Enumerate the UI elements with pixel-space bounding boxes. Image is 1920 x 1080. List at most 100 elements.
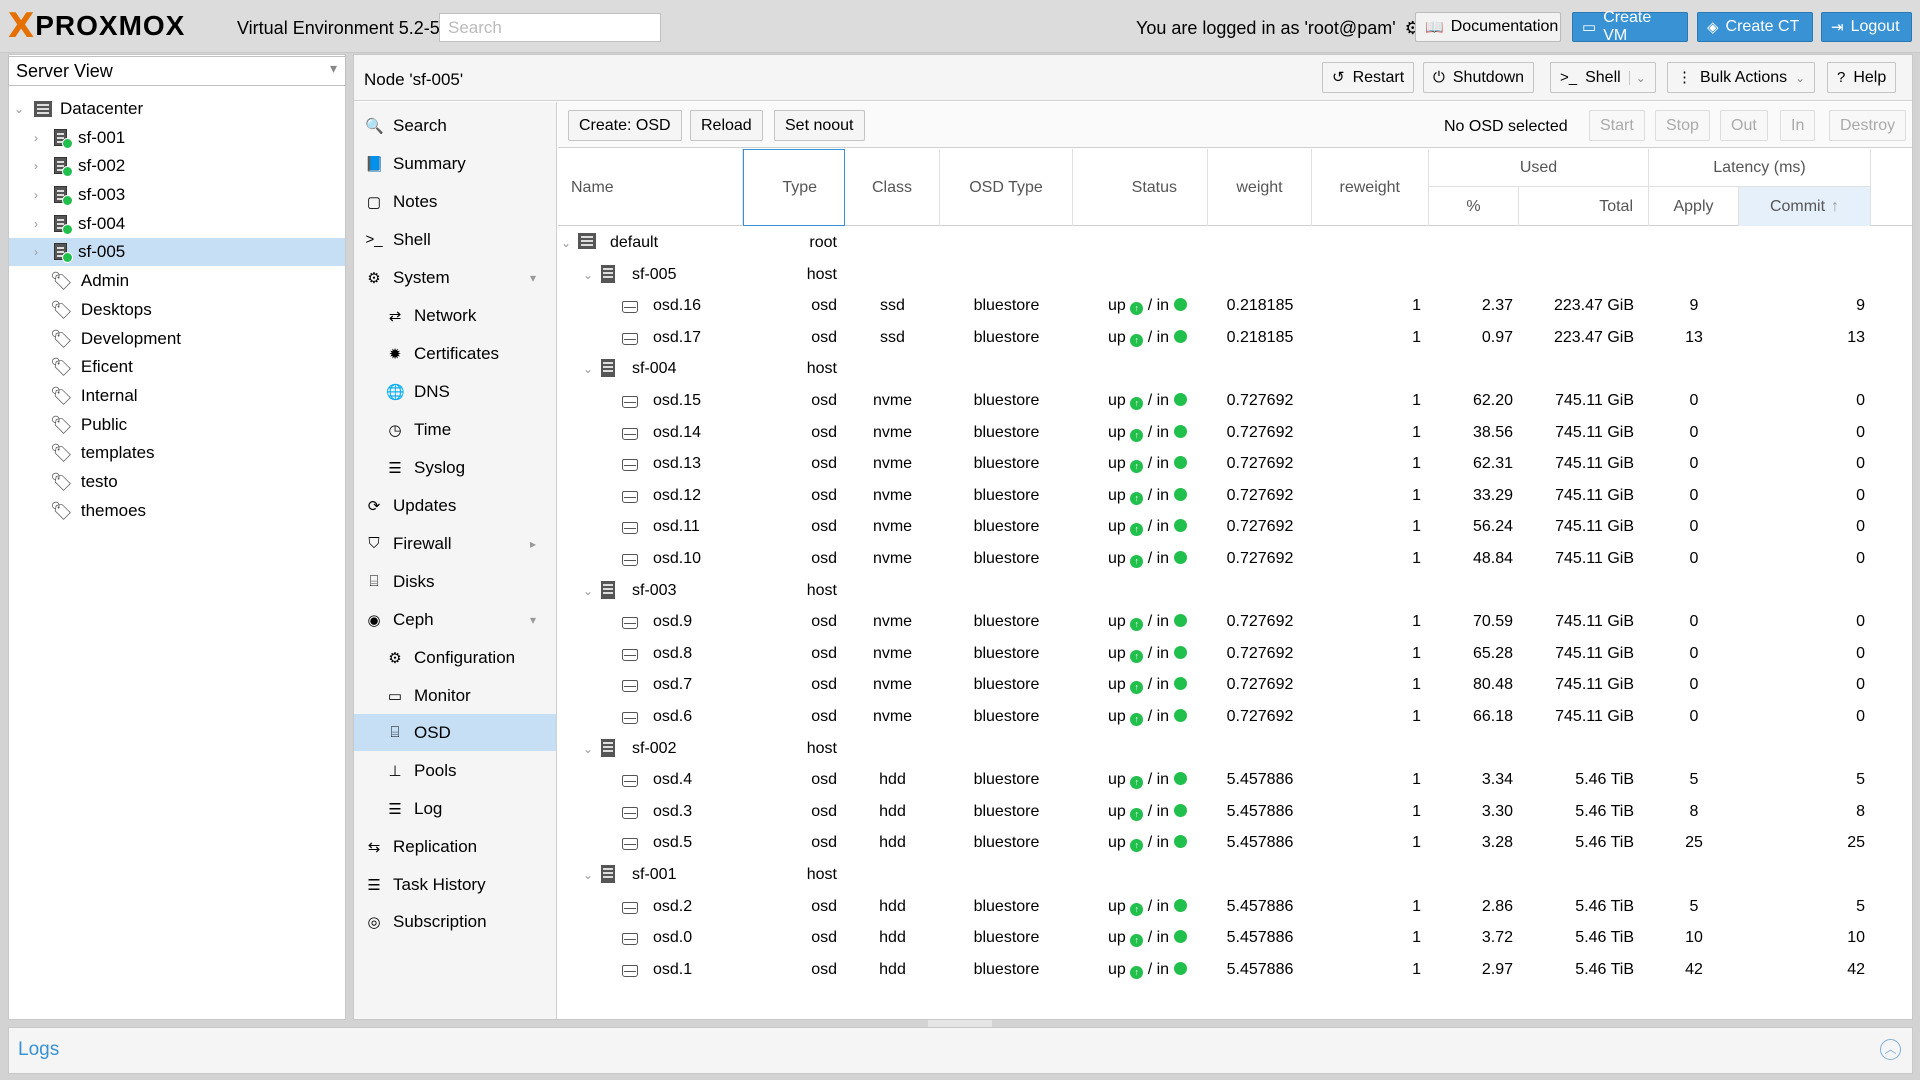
menu-disks[interactable]: ⌸ Disks bbox=[354, 563, 556, 600]
logout-button[interactable]: ⇥ Logout bbox=[1821, 12, 1912, 42]
menu-firewall[interactable]: ⛉ Firewall ▸ bbox=[354, 525, 556, 562]
column-header-name[interactable]: Name bbox=[558, 149, 743, 226]
menu-search[interactable]: 🔍 Search bbox=[354, 107, 556, 144]
column-header-used-percent[interactable]: % bbox=[1429, 187, 1519, 226]
chevron-down-icon[interactable]: ⌄ bbox=[1628, 70, 1646, 85]
menu-pools[interactable]: ⊥ Pools bbox=[354, 752, 556, 789]
create-ct-button[interactable]: ◈ Create CT bbox=[1697, 12, 1813, 42]
tree-node-sf-005[interactable]: › sf-005 bbox=[9, 238, 345, 266]
osd-row[interactable]: osd.10 osd nvme bluestore up ↑ / in 0.727692… bbox=[558, 544, 1912, 575]
menu-ceph[interactable]: ◉ Ceph ▾ bbox=[354, 601, 556, 638]
menu-subscription[interactable]: ◎ Subscription bbox=[354, 903, 556, 940]
osd-row[interactable]: osd.0 osd hdd bluestore up ↑ / in 5.457886 1 3… bbox=[558, 923, 1912, 954]
create-vm-button[interactable]: ▭ Create VM bbox=[1572, 9, 1688, 44]
column-header-apply[interactable]: Apply bbox=[1649, 187, 1739, 226]
chevron-down-icon[interactable]: ▾ bbox=[530, 613, 536, 627]
osd-row[interactable]: osd.1 osd hdd bluestore up ↑ / in 5.457886 1 2… bbox=[558, 955, 1912, 986]
menu-summary[interactable]: 📘 Summary bbox=[354, 145, 556, 182]
collapse-icon[interactable]: ⌄ bbox=[583, 268, 593, 282]
proxmox-logo[interactable]: X PROXMOX bbox=[8, 9, 185, 43]
chevron-right-icon[interactable]: ▸ bbox=[530, 537, 536, 551]
menu-certificates[interactable]: ✹ Certificates bbox=[354, 335, 556, 372]
column-header-status[interactable]: Status bbox=[1073, 149, 1208, 226]
tree-pool-admin[interactable]: 🏷 Admin bbox=[50, 267, 344, 295]
server-view-select[interactable]: Server View ▾ bbox=[8, 56, 346, 86]
restart-button[interactable]: ↺ Restart bbox=[1322, 62, 1415, 93]
help-button[interactable]: ? Help bbox=[1827, 62, 1897, 93]
in-button[interactable]: In bbox=[1780, 110, 1816, 141]
expand-icon[interactable]: › bbox=[34, 245, 46, 259]
panel-splitter[interactable] bbox=[928, 1020, 992, 1027]
osd-row[interactable]: osd.15 osd nvme bluestore up ↑ / in 0.727692… bbox=[558, 386, 1912, 417]
documentation-button[interactable]: 📖 Documentation bbox=[1415, 12, 1561, 42]
reload-button[interactable]: Reload bbox=[690, 110, 763, 141]
menu-updates[interactable]: ⟳ Updates bbox=[354, 487, 556, 524]
tree-node-sf-002[interactable]: › sf-002 bbox=[34, 152, 344, 180]
osd-row[interactable]: osd.11 osd nvme bluestore up ↑ / in 0.727692… bbox=[558, 512, 1912, 543]
menu-log[interactable]: ☰ Log bbox=[354, 790, 556, 827]
collapse-icon[interactable]: ⌄ bbox=[583, 742, 593, 756]
tree-pool-desktops[interactable]: 🏷 Desktops bbox=[50, 296, 344, 324]
host-row[interactable]: ⌄ sf-004 host bbox=[558, 354, 1912, 385]
osd-row[interactable]: osd.4 osd hdd bluestore up ↑ / in 5.457886 1 3… bbox=[558, 765, 1912, 796]
set-noout-button[interactable]: Set noout bbox=[774, 110, 865, 141]
expand-icon[interactable]: › bbox=[34, 188, 46, 202]
tree-pool-templates[interactable]: 🏷 templates bbox=[50, 439, 344, 467]
osd-row[interactable]: osd.16 osd ssd bluestore up ↑ / in 0.218185 1… bbox=[558, 291, 1912, 322]
osd-row[interactable]: osd.8 osd nvme bluestore up ↑ / in 0.727692 1… bbox=[558, 639, 1912, 670]
menu-system[interactable]: ⚙ System ▾ bbox=[354, 259, 556, 296]
osd-row[interactable]: osd.7 osd nvme bluestore up ↑ / in 0.727692 1… bbox=[558, 670, 1912, 701]
tree-node-sf-003[interactable]: › sf-003 bbox=[34, 181, 344, 209]
menu-notes[interactable]: ▢ Notes bbox=[354, 183, 556, 220]
logs-panel-title[interactable]: Logs bbox=[18, 1039, 59, 1061]
osd-row[interactable]: osd.2 osd hdd bluestore up ↑ / in 5.457886 1 2… bbox=[558, 892, 1912, 923]
menu-shell[interactable]: >_ Shell bbox=[354, 221, 556, 258]
stop-button[interactable]: Stop bbox=[1655, 110, 1710, 141]
osd-row[interactable]: osd.5 osd hdd bluestore up ↑ / in 5.457886 1 3… bbox=[558, 828, 1912, 859]
osd-row[interactable]: osd.14 osd nvme bluestore up ↑ / in 0.727692… bbox=[558, 418, 1912, 449]
menu-replication[interactable]: ⇆ Replication bbox=[354, 828, 556, 865]
column-header-class[interactable]: Class bbox=[845, 149, 940, 226]
expand-up-icon[interactable]: ︿ bbox=[1880, 1039, 1901, 1060]
host-row[interactable]: ⌄ sf-005 host bbox=[558, 260, 1912, 291]
menu-configuration[interactable]: ⚙ Configuration bbox=[354, 639, 556, 676]
host-row[interactable]: ⌄ sf-001 host bbox=[558, 860, 1912, 891]
column-header-type[interactable]: Type bbox=[743, 149, 845, 226]
menu-dns[interactable]: 🌐 DNS bbox=[354, 373, 556, 410]
menu-osd[interactable]: ⌸ OSD bbox=[354, 714, 556, 751]
collapse-icon[interactable]: ⌄ bbox=[583, 868, 593, 882]
tree-datacenter[interactable]: ⌄ Datacenter bbox=[14, 95, 344, 123]
expand-icon[interactable]: › bbox=[34, 131, 46, 145]
osd-row[interactable]: osd.6 osd nvme bluestore up ↑ / in 0.727692 1… bbox=[558, 702, 1912, 733]
collapse-icon[interactable]: ⌄ bbox=[14, 102, 26, 116]
tree-node-sf-001[interactable]: › sf-001 bbox=[34, 124, 344, 152]
menu-syslog[interactable]: ☰ Syslog bbox=[354, 449, 556, 486]
menu-time[interactable]: ◷ Time bbox=[354, 411, 556, 448]
tree-pool-testo[interactable]: 🏷 testo bbox=[50, 468, 344, 496]
shell-button[interactable]: >_ Shell ⌄ bbox=[1550, 62, 1656, 93]
shutdown-button[interactable]: ⏻ Shutdown bbox=[1423, 62, 1535, 93]
column-header-used-total[interactable]: Total bbox=[1519, 187, 1649, 226]
tree-pool-public[interactable]: 🏷 Public bbox=[50, 411, 344, 439]
root-row[interactable]: ⌄ default root bbox=[558, 228, 1912, 259]
host-row[interactable]: ⌄ sf-003 host bbox=[558, 576, 1912, 607]
tree-pool-themoes[interactable]: 🏷 themoes bbox=[50, 497, 344, 525]
osd-row[interactable]: osd.12 osd nvme bluestore up ↑ / in 0.727692… bbox=[558, 481, 1912, 512]
tree-pool-eficent[interactable]: 🏷 Eficent bbox=[50, 353, 344, 381]
osd-row[interactable]: osd.3 osd hdd bluestore up ↑ / in 5.457886 1 3… bbox=[558, 797, 1912, 828]
tree-node-sf-004[interactable]: › sf-004 bbox=[34, 210, 344, 238]
expand-icon[interactable]: › bbox=[34, 159, 46, 173]
column-header-reweight[interactable]: reweight bbox=[1312, 149, 1429, 226]
menu-network[interactable]: ⇄ Network bbox=[354, 297, 556, 334]
osd-row[interactable]: osd.13 osd nvme bluestore up ↑ / in 0.727692… bbox=[558, 449, 1912, 480]
osd-row[interactable]: osd.9 osd nvme bluestore up ↑ / in 0.727692 1… bbox=[558, 607, 1912, 638]
start-button[interactable]: Start bbox=[1589, 110, 1645, 141]
out-button[interactable]: Out bbox=[1720, 110, 1768, 141]
create-osd-button[interactable]: Create: OSD bbox=[568, 110, 682, 141]
tree-pool-internal[interactable]: 🏷 Internal bbox=[50, 382, 344, 410]
column-header-commit[interactable]: Commit ↑ bbox=[1739, 187, 1871, 226]
osd-row[interactable]: osd.17 osd ssd bluestore up ↑ / in 0.218185 1… bbox=[558, 323, 1912, 354]
collapse-icon[interactable]: ⌄ bbox=[583, 362, 593, 376]
host-row[interactable]: ⌄ sf-002 host bbox=[558, 734, 1912, 765]
chevron-down-icon[interactable]: ▾ bbox=[530, 271, 536, 285]
